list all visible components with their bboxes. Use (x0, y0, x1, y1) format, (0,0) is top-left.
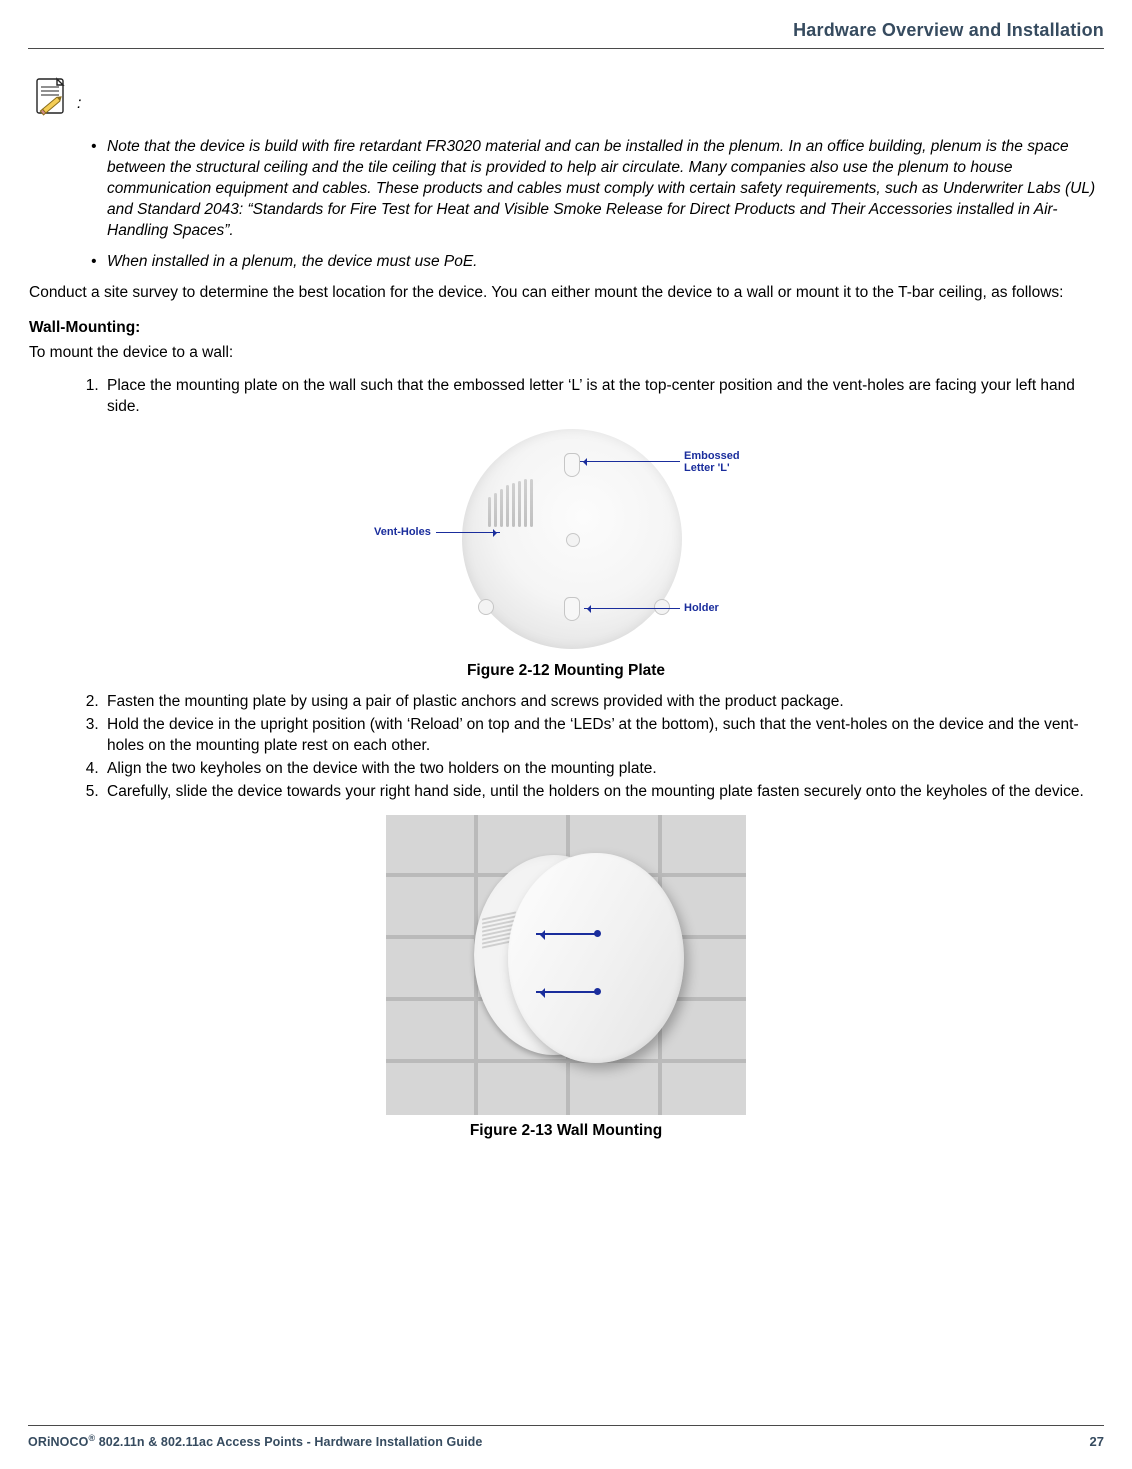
mounting-plate-diagram: Vent-Holes Embossed Letter 'L' Holder (356, 429, 776, 655)
running-header: Hardware Overview and Installation (28, 18, 1104, 48)
step-item: Align the two keyholes on the device wit… (103, 759, 1103, 780)
intro-paragraph: Conduct a site survey to determine the b… (29, 283, 1103, 304)
wall-mounting-diagram (386, 815, 746, 1115)
footer-brand: ORiNOCO (28, 1435, 88, 1449)
vent-holes-graphic (488, 479, 536, 527)
wall-mounting-heading: Wall-Mounting: (29, 318, 1103, 339)
callout-label: Vent-Holes (374, 526, 431, 538)
callout-vent-holes: Vent-Holes (374, 525, 431, 540)
figure-caption: Figure 2-13 Wall Mounting (29, 1121, 1103, 1142)
wall-steps-part2: Fasten the mounting plate by using a pai… (29, 692, 1103, 803)
wall-mounting-lead: To mount the device to a wall: (29, 343, 1103, 364)
note-block: : (29, 75, 1103, 123)
holder-bottom-graphic (564, 597, 580, 621)
note-bullet-list: Note that the device is build with fire … (29, 137, 1103, 273)
note-bullet: Note that the device is build with fire … (91, 137, 1103, 242)
header-rule (28, 48, 1104, 49)
page-number: 27 (1090, 1433, 1104, 1451)
step-item: Place the mounting plate on the wall suc… (103, 376, 1103, 418)
footer-product-line: ORiNOCO® 802.11n & 802.11ac Access Point… (28, 1432, 482, 1451)
callout-label: Letter 'L' (684, 462, 730, 474)
step-item: Carefully, slide the device towards your… (103, 782, 1103, 803)
figure-wall-mounting: Figure 2-13 Wall Mounting (29, 815, 1103, 1142)
callout-embossed-l: Embossed Letter 'L' (684, 451, 740, 474)
figure-mounting-plate: Vent-Holes Embossed Letter 'L' Holder Fi… (29, 429, 1103, 682)
note-colon: : (77, 93, 81, 115)
note-bullet: When installed in a plenum, the device m… (91, 252, 1103, 273)
footer-title: 802.11n & 802.11ac Access Points - Hardw… (95, 1435, 482, 1449)
wall-steps-part1: Place the mounting plate on the wall suc… (29, 376, 1103, 418)
footer-rule (28, 1425, 1104, 1426)
callout-holder: Holder (684, 601, 719, 616)
step-item: Hold the device in the upright position … (103, 715, 1103, 757)
page-content: : Note that the device is build with fir… (28, 75, 1104, 1142)
holder-top-graphic (564, 453, 580, 477)
note-icon (29, 75, 73, 123)
step-item: Fasten the mounting plate by using a pai… (103, 692, 1103, 713)
callout-label: Embossed (684, 450, 740, 462)
callout-label: Holder (684, 602, 719, 614)
page-footer: ORiNOCO® 802.11n & 802.11ac Access Point… (28, 1425, 1104, 1451)
figure-caption: Figure 2-12 Mounting Plate (29, 661, 1103, 682)
